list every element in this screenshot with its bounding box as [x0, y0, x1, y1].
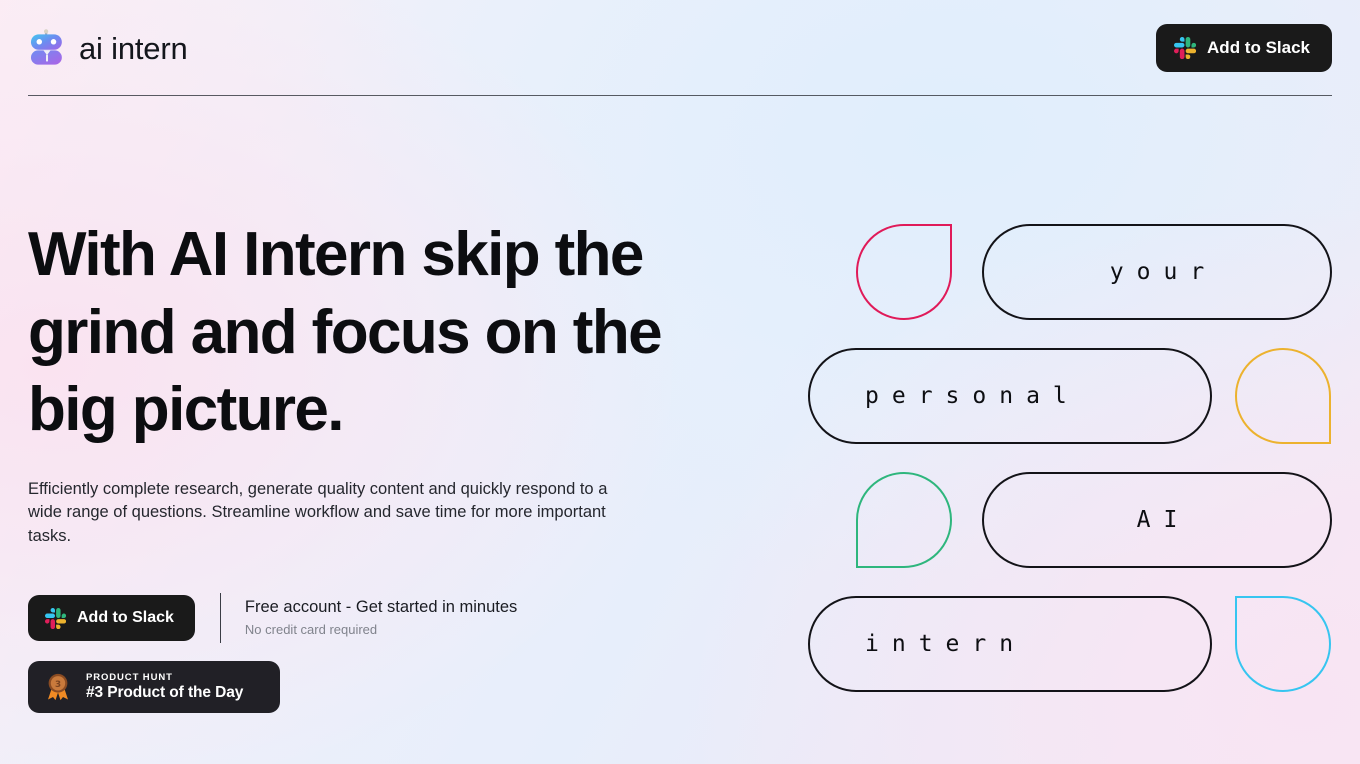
- cta-divider: [219, 593, 221, 644]
- landing-page: ai intern Add to Slack With AI Intern sk…: [0, 0, 1360, 764]
- robot-logo-icon: [30, 29, 62, 65]
- word-pill-ai: AI: [982, 472, 1332, 568]
- add-to-slack-button-header[interactable]: Add to Slack: [1156, 24, 1332, 72]
- add-to-slack-button-hero[interactable]: Add to Slack: [28, 595, 195, 642]
- cta-note-primary: Free account - Get started in minutes: [244, 598, 518, 617]
- brand[interactable]: ai intern: [28, 29, 188, 67]
- word-pill-personal-text: personal: [865, 383, 1080, 409]
- art-row-your: your: [856, 224, 1332, 320]
- header-divider: [28, 95, 1332, 96]
- hero-cta-row: Add to Slack Free account - Get started …: [28, 593, 728, 644]
- drop-shape-blue: [1235, 596, 1331, 692]
- bronze-medal-icon: 3: [48, 674, 68, 701]
- drop-shape-pink: [856, 224, 952, 320]
- add-to-slack-label-header: Add to Slack: [1207, 38, 1310, 57]
- slack-icon: [1174, 37, 1197, 59]
- cta-note: Free account - Get started in minutes No…: [245, 598, 517, 638]
- add-to-slack-label-hero: Add to Slack: [77, 609, 174, 627]
- word-pill-intern-text: intern: [865, 631, 1027, 657]
- art-row-intern: intern: [808, 596, 1331, 692]
- medal-rank-text: 3: [55, 680, 61, 690]
- cta-note-secondary: No credit card required: [244, 622, 378, 638]
- site-header: ai intern Add to Slack: [0, 0, 1360, 96]
- product-hunt-text: PRODUCT HUNT #3 Product of the Day: [86, 673, 243, 702]
- hero-subcopy: Efficiently complete research, generate …: [28, 479, 608, 546]
- product-hunt-kicker: PRODUCT HUNT: [86, 671, 173, 683]
- word-pill-intern: intern: [808, 596, 1212, 692]
- word-pill-personal: personal: [808, 348, 1212, 444]
- drop-shape-green: [856, 472, 952, 568]
- product-hunt-badge[interactable]: 3 PRODUCT HUNT #3 Product of the Day: [28, 661, 280, 714]
- word-pill-your: your: [982, 224, 1332, 320]
- word-pill-your-text: your: [1109, 259, 1218, 285]
- brand-name: ai intern: [79, 30, 188, 66]
- word-pill-ai-text: AI: [1136, 507, 1191, 533]
- product-hunt-title: #3 Product of the Day: [86, 684, 244, 702]
- art-row-personal: personal: [808, 348, 1331, 444]
- art-row-ai: AI: [856, 472, 1332, 568]
- hero-artwork: your personal AI intern: [808, 224, 1336, 700]
- slack-icon: [45, 607, 66, 629]
- drop-shape-orange: [1235, 348, 1331, 444]
- page-title: With AI Intern skip the grind and focus …: [28, 220, 663, 444]
- hero-content: With AI Intern skip the grind and focus …: [28, 216, 728, 714]
